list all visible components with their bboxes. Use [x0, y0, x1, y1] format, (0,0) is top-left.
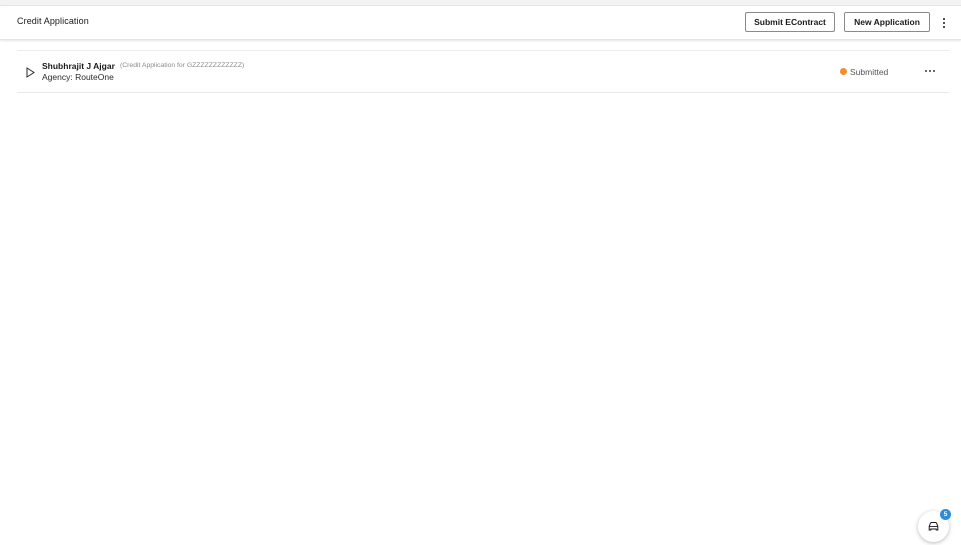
assistant-button[interactable]: 5: [918, 509, 951, 542]
status-dot: [840, 68, 847, 75]
agency-label: Agency: RouteOne: [42, 72, 114, 82]
application-row[interactable]: Shubhrajit J Ajgar (Credit Application f…: [17, 51, 949, 93]
application-list: Shubhrajit J Ajgar (Credit Application f…: [17, 50, 949, 93]
page-header: Credit Application Submit EContract New …: [0, 6, 961, 40]
page-title: Credit Application: [17, 16, 89, 26]
status-badge: Submitted: [850, 67, 889, 77]
applicant-name: Shubhrajit J Ajgar: [42, 61, 115, 71]
horizontal-ellipsis-icon[interactable]: [923, 65, 937, 77]
submit-econtract-button[interactable]: Submit EContract: [745, 12, 835, 32]
application-description: (Credit Application for GZZZZZZZZZZZZ): [120, 62, 245, 69]
vertical-ellipsis-icon[interactable]: [938, 15, 950, 31]
notification-badge: 5: [940, 509, 951, 520]
car-icon: [928, 522, 939, 531]
triangle-right-icon[interactable]: [26, 67, 35, 78]
credit-application-page: Credit Application Submit EContract New …: [0, 0, 961, 545]
new-application-button[interactable]: New Application: [844, 12, 930, 32]
